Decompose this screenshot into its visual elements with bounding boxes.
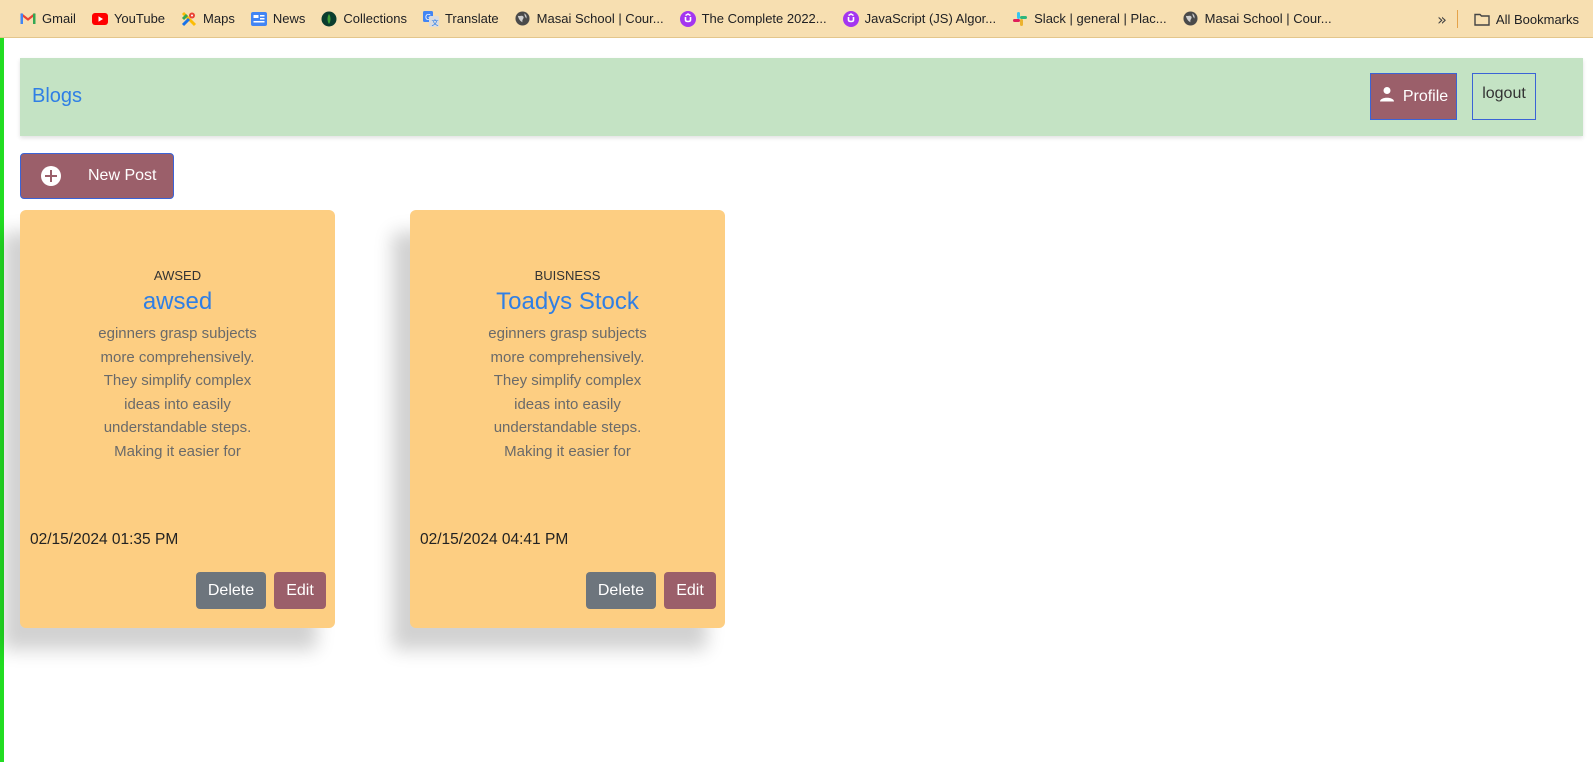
bookmark-label: Masai School | Cour...: [1204, 11, 1332, 26]
bookmarks-divider: [1456, 10, 1458, 28]
bookmark-maps[interactable]: Maps: [173, 5, 243, 33]
post-category: BUISNESS: [534, 268, 601, 283]
bookmark-label: Maps: [203, 11, 235, 26]
user-icon: [1379, 86, 1395, 107]
new-post-button[interactable]: New Post: [20, 153, 174, 199]
slack-icon: [1012, 11, 1028, 27]
profile-label: Profile: [1402, 87, 1449, 105]
bookmark-label: News: [272, 11, 306, 26]
profile-button[interactable]: Profile: [1370, 73, 1457, 120]
globe-icon: [515, 11, 531, 27]
new-post-label: New Post: [88, 167, 157, 184]
plus-circle-icon: [41, 166, 61, 186]
bookmark-collections[interactable]: Collections: [313, 5, 415, 33]
bookmark-label: Translate: [444, 11, 499, 26]
post-card: AWSED awsed eginners grasp subjects more…: [20, 210, 335, 628]
bookmark-label: The Complete 2022...: [701, 11, 827, 26]
post-date: 02/15/2024 01:35 PM: [30, 531, 179, 548]
navbar: Blogs Profile logout: [20, 58, 1583, 136]
bookmark-udemy-2[interactable]: JavaScript (JS) Algor...: [835, 5, 1005, 33]
delete-button[interactable]: Delete: [586, 572, 656, 609]
post-title[interactable]: Toadys Stock: [410, 288, 725, 316]
bookmark-slack[interactable]: Slack | general | Plac...: [1004, 5, 1174, 33]
globe-icon: [1183, 11, 1199, 27]
bookmark-gmail[interactable]: Gmail: [12, 5, 84, 33]
brand-link[interactable]: Blogs: [32, 85, 82, 108]
all-bookmarks-button[interactable]: All Bookmarks: [1466, 5, 1587, 33]
youtube-icon: [91, 11, 108, 27]
folder-icon: [1474, 11, 1490, 27]
maps-icon: [181, 11, 197, 27]
post-card: BUISNESS Toadys Stock eginners grasp sub…: [410, 210, 725, 628]
edit-button[interactable]: Edit: [274, 572, 326, 609]
post-title[interactable]: awsed: [20, 288, 335, 316]
bookmarks-bar: Gmail YouTube Maps News Collections G文 T…: [0, 0, 1593, 38]
post-excerpt: eginners grasp subjects more comprehensi…: [488, 325, 647, 460]
all-bookmarks-label: All Bookmarks: [1495, 11, 1579, 27]
bookmarks-right: » All Bookmarks: [1427, 5, 1587, 33]
post-date: 02/15/2024 04:41 PM: [420, 531, 569, 548]
delete-button[interactable]: Delete: [196, 572, 266, 609]
bookmark-udemy-1[interactable]: The Complete 2022...: [672, 5, 835, 33]
bookmark-label: Slack | general | Plac...: [1034, 11, 1167, 26]
bookmark-label: Gmail: [42, 11, 76, 26]
bookmark-youtube[interactable]: YouTube: [84, 5, 173, 33]
collections-icon: [321, 11, 337, 27]
more-bookmarks-chevron-icon[interactable]: »: [1427, 10, 1457, 29]
bookmark-masai-2[interactable]: Masai School | Cour...: [1175, 5, 1340, 33]
news-icon: [250, 11, 267, 27]
bookmark-label: Masai School | Cour...: [536, 11, 664, 26]
post-category: AWSED: [153, 268, 202, 283]
edit-button[interactable]: Edit: [664, 572, 716, 609]
bookmark-label: YouTube: [113, 11, 166, 26]
bookmark-translate[interactable]: G文 Translate: [415, 5, 507, 33]
bookmark-label: JavaScript (JS) Algor...: [864, 11, 997, 26]
translate-icon: G文: [422, 10, 439, 27]
gmail-icon: [20, 11, 36, 27]
post-excerpt: eginners grasp subjects more comprehensi…: [98, 325, 257, 460]
bookmark-masai-1[interactable]: Masai School | Cour...: [507, 5, 672, 33]
bookmark-label: Collections: [343, 11, 407, 26]
svg-text:文: 文: [431, 18, 438, 27]
udemy-icon: [679, 10, 696, 27]
logout-button[interactable]: logout: [1472, 73, 1536, 120]
udemy-icon: [842, 10, 859, 27]
bookmark-news[interactable]: News: [243, 5, 314, 33]
window-edge: [0, 0, 4, 762]
